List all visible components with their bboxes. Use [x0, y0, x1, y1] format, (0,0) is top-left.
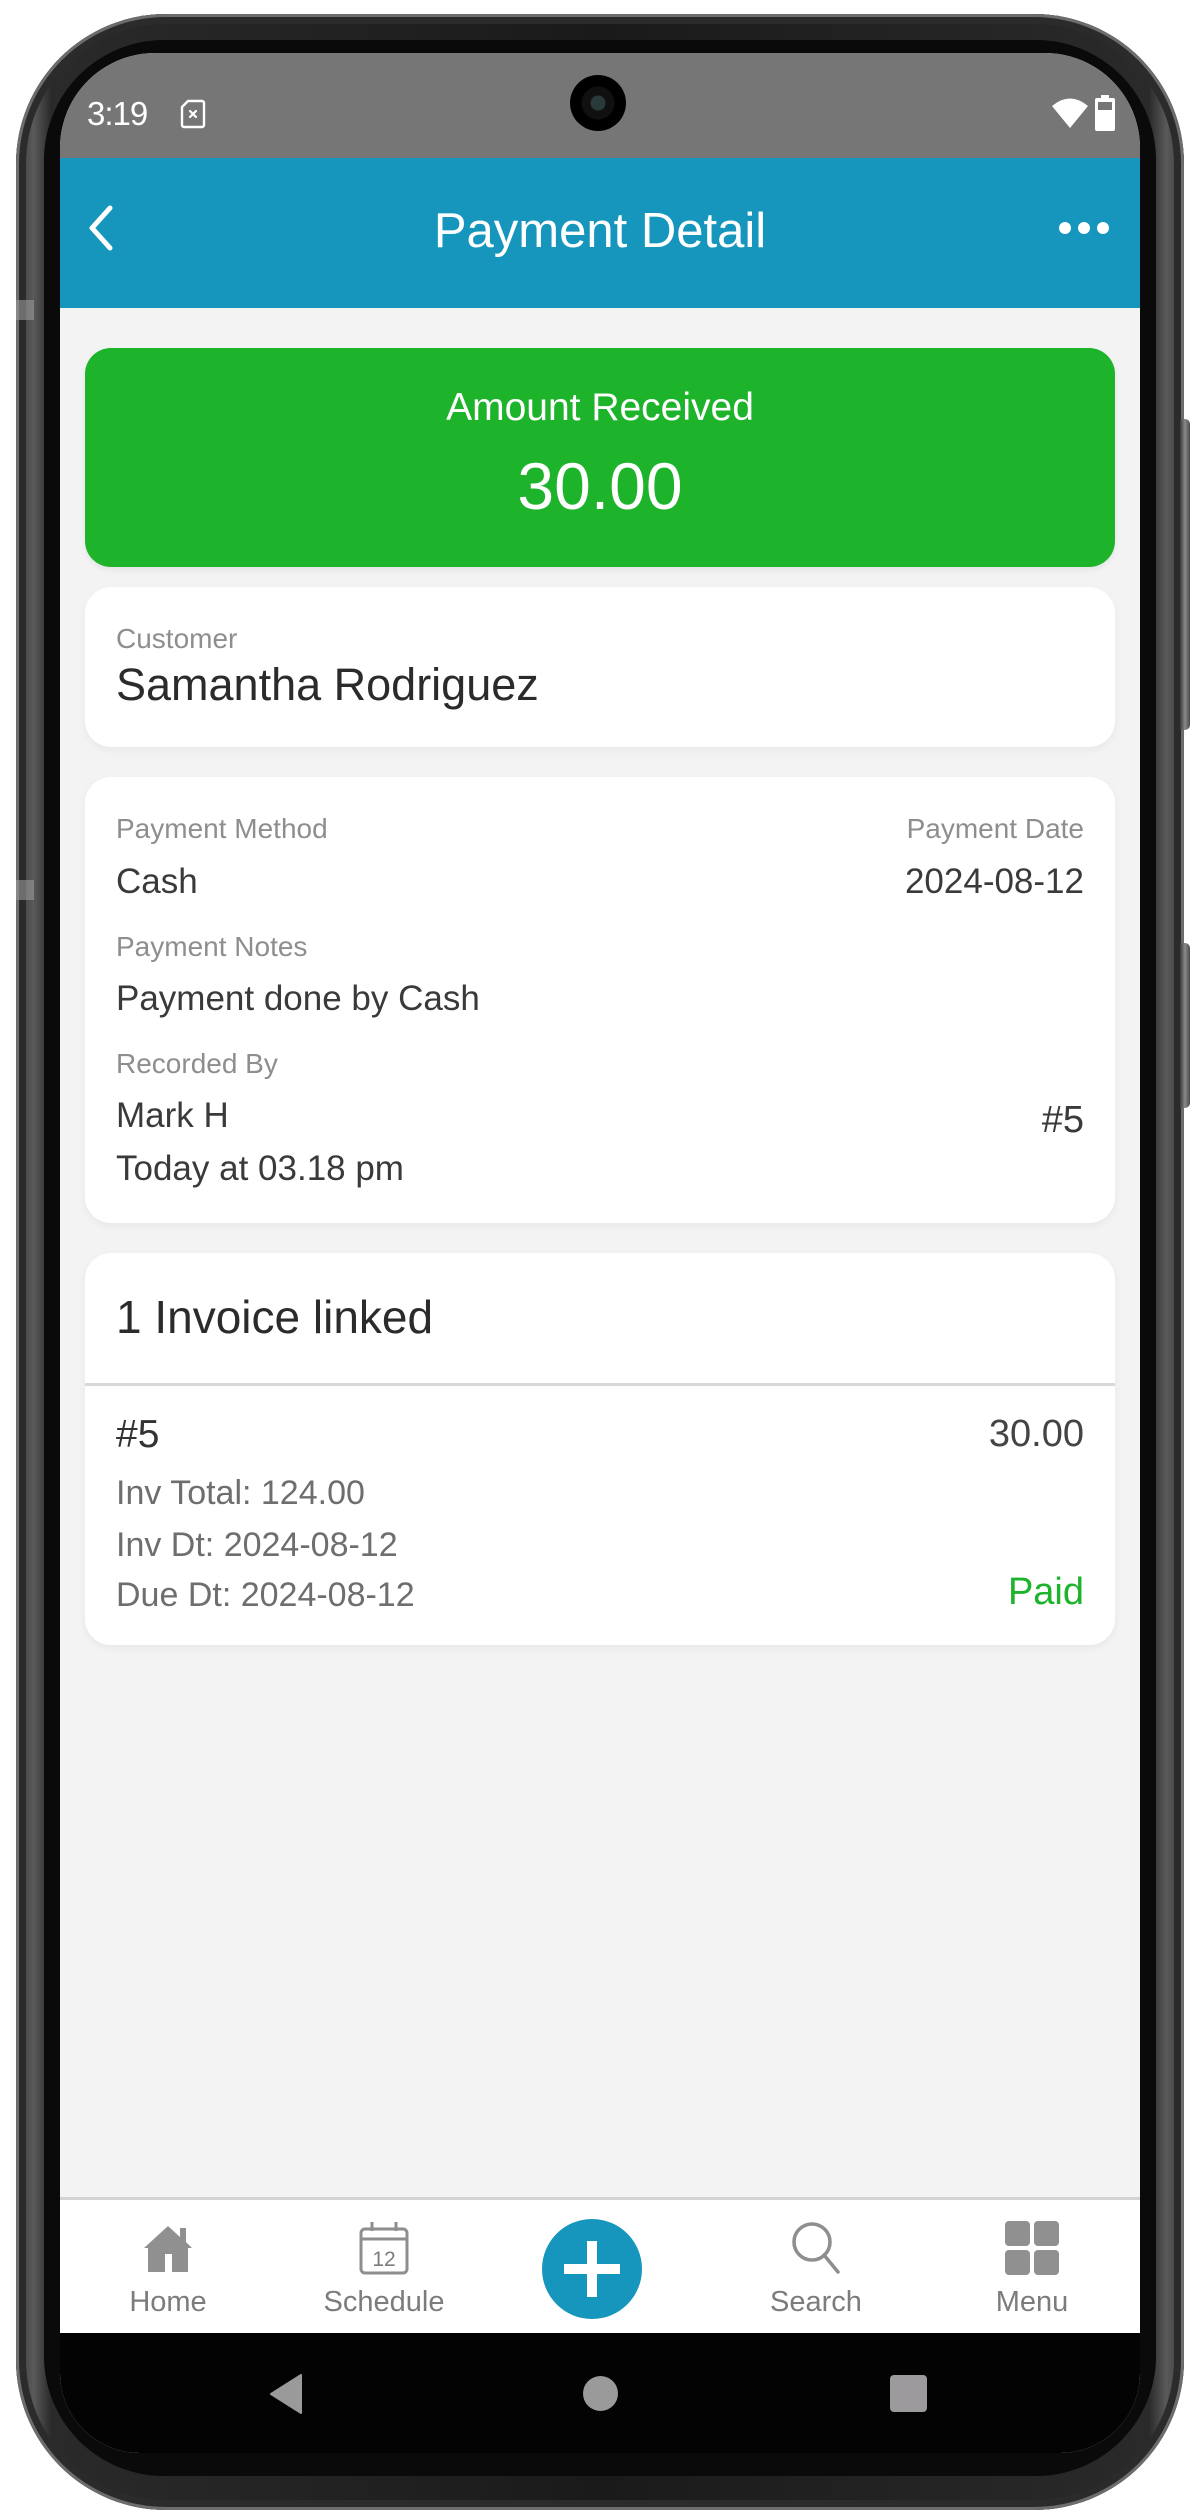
plus-icon	[564, 2241, 620, 2297]
amount-received-label: Amount Received	[446, 386, 754, 429]
bottom-nav: Home 12 Schedule Search Menu	[60, 2197, 1140, 2333]
nav-item-schedule[interactable]: 12 Schedule	[276, 2200, 492, 2336]
add-button[interactable]	[542, 2219, 642, 2319]
front-camera	[570, 75, 626, 131]
nav-item-search[interactable]: Search	[708, 2200, 924, 2336]
nav-item-add[interactable]	[492, 2200, 708, 2336]
payment-details-card: Payment Method Cash Payment Date 2024-08…	[85, 777, 1115, 1223]
linked-invoices-title: 1 Invoice linked	[116, 1291, 434, 1343]
payment-notes-label: Payment Notes	[116, 931, 308, 962]
nav-item-home[interactable]: Home	[60, 2200, 276, 2336]
calendar-day-number: 12	[372, 2248, 395, 2271]
amount-received-card: Amount Received 30.00	[85, 348, 1115, 567]
home-icon	[144, 2226, 192, 2272]
page-title: Payment Detail	[433, 204, 767, 258]
invoice-due-date: Due Dt: 2024-08-12	[116, 1576, 415, 1614]
payment-notes-value: Payment done by Cash	[116, 979, 480, 1018]
system-nav-bar	[60, 2333, 1140, 2453]
customer-label: Customer	[116, 623, 238, 654]
wifi-icon	[1052, 98, 1088, 128]
invoice-list-item[interactable]: #5 30.00 Inv Total: 124.00 Inv Dt: 2024-…	[85, 1386, 1115, 1645]
sim-card-absent-icon	[180, 99, 206, 129]
calendar-icon: 12	[359, 2222, 409, 2275]
nav-label-search: Search	[770, 2286, 862, 2318]
customer-card[interactable]: Customer Samantha Rodriguez	[85, 587, 1115, 747]
recorded-by-label: Recorded By	[116, 1048, 278, 1079]
search-icon	[792, 2222, 840, 2274]
invoice-total: Inv Total: 124.00	[116, 1474, 365, 1512]
customer-name: Samantha Rodriguez	[116, 659, 539, 710]
battery-icon	[1095, 95, 1115, 131]
more-horizontal-icon	[1059, 222, 1109, 234]
screen: 3:19 Payment Detail Amount Received 30.0…	[60, 53, 1140, 2453]
nav-label-schedule: Schedule	[323, 2286, 445, 2318]
recorded-by-value: Mark H	[116, 1096, 229, 1135]
frame-antenna-mark	[16, 880, 34, 900]
power-button	[1180, 419, 1190, 730]
nav-item-menu[interactable]: Menu	[924, 2200, 1140, 2336]
invoice-date: Inv Dt: 2024-08-12	[116, 1526, 398, 1564]
nav-label-menu: Menu	[995, 2286, 1069, 2318]
linked-invoices-card: 1 Invoice linked #5 30.00 Inv Total: 124…	[85, 1253, 1115, 1645]
nav-label-home: Home	[129, 2286, 207, 2318]
invoice-applied-amount: 30.00	[988, 1413, 1084, 1455]
more-options-button[interactable]	[1050, 203, 1120, 253]
system-home-icon[interactable]	[583, 2376, 618, 2411]
status-time: 3:19	[87, 95, 148, 132]
payment-date-value: 2024-08-12	[904, 862, 1084, 901]
payment-number: #5	[1041, 1099, 1084, 1141]
payment-date-label: Payment Date	[906, 813, 1084, 844]
invoice-status-badge: Paid	[1007, 1571, 1084, 1613]
invoice-number: #5	[116, 1413, 160, 1456]
volume-button	[1180, 943, 1190, 1108]
grid-icon	[1005, 2221, 1059, 2275]
amount-received-value: 30.00	[517, 449, 683, 523]
app-header: Payment Detail	[60, 158, 1140, 308]
status-bar: 3:19	[60, 53, 1140, 158]
payment-method-value: Cash	[116, 862, 198, 901]
recorded-at-value: Today at 03.18 pm	[116, 1149, 404, 1188]
frame-antenna-mark	[16, 300, 34, 320]
payment-method-label: Payment Method	[116, 813, 328, 844]
system-back-icon[interactable]	[268, 2373, 304, 2415]
system-recents-icon[interactable]	[890, 2375, 927, 2412]
